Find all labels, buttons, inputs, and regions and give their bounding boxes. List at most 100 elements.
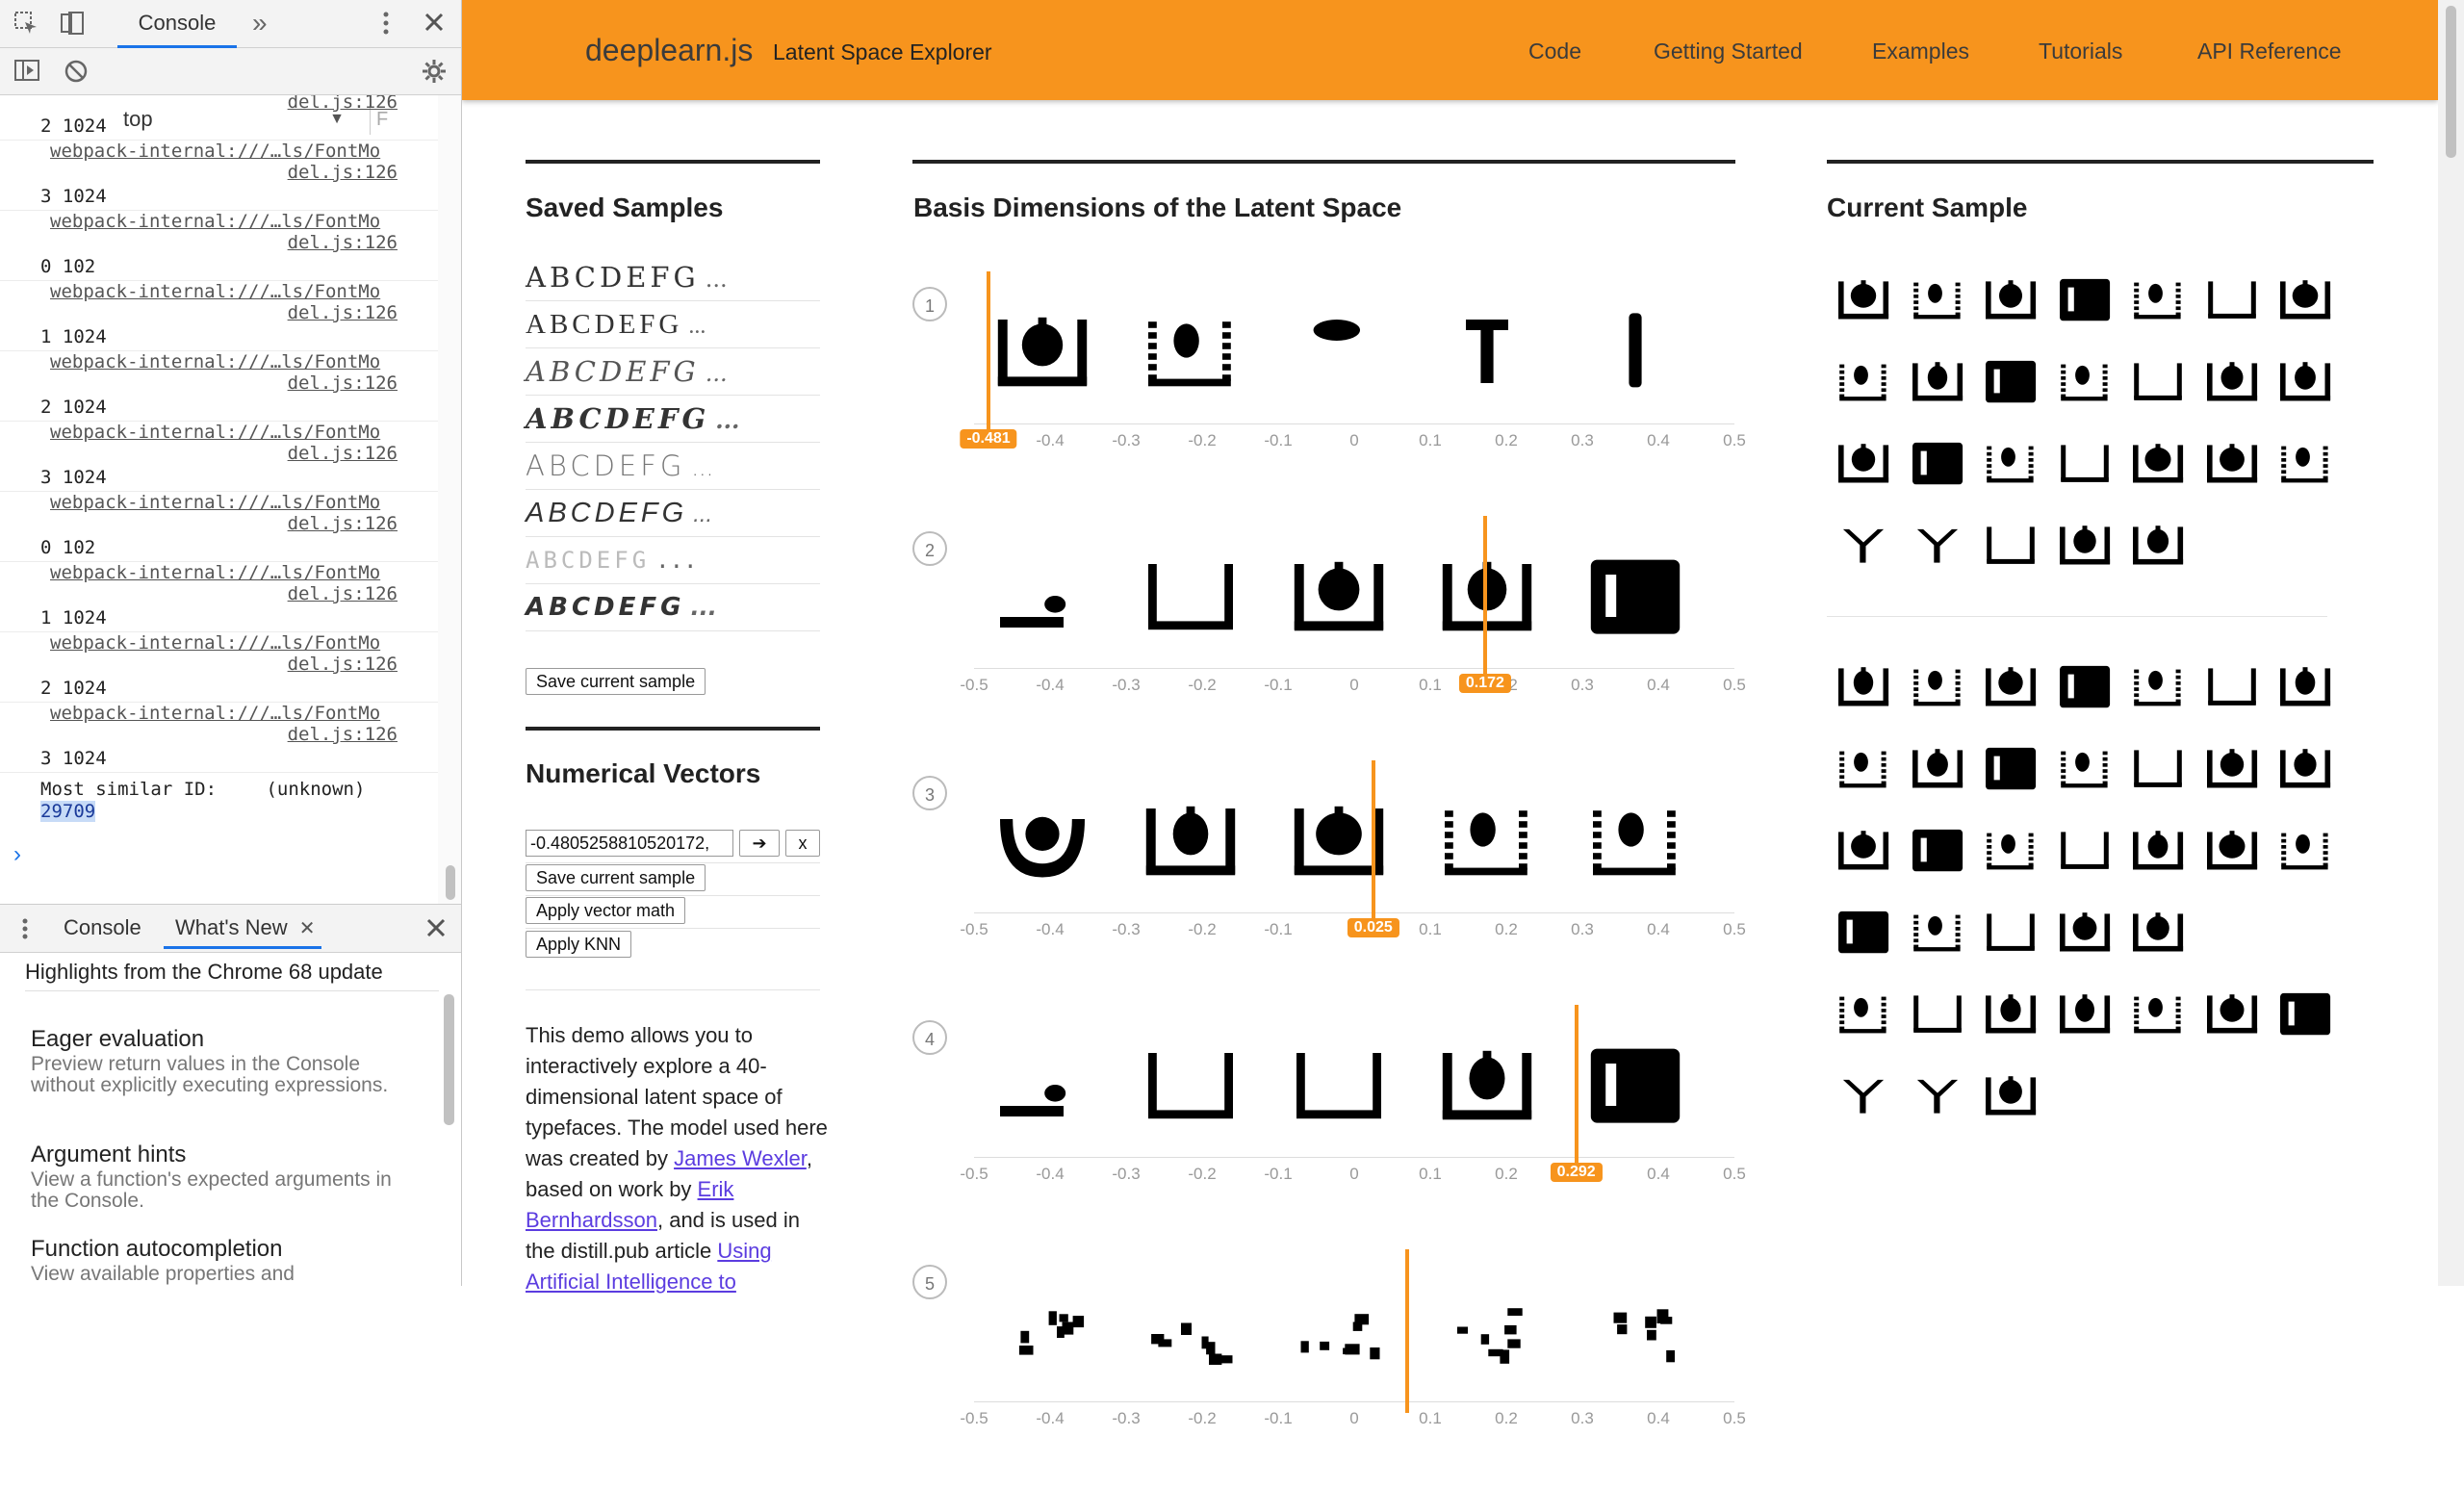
page-scrollbar[interactable] bbox=[2438, 0, 2464, 1286]
log-entry: webpack-internal:///…ls/FontMo del.js:126… bbox=[0, 703, 438, 773]
similar-id: 29709 bbox=[40, 801, 96, 822]
close-tab-icon[interactable]: ✕ bbox=[299, 918, 316, 939]
whats-new-scrollbar[interactable] bbox=[438, 988, 461, 1286]
dimension-slider[interactable] bbox=[1371, 760, 1375, 924]
current-sample-glyph bbox=[2128, 984, 2188, 1043]
tick-label: 0 bbox=[1349, 1165, 1359, 1183]
source-link[interactable]: webpack-internal:///…ls/FontMo del.js:126 bbox=[40, 562, 438, 604]
basis-dimension[interactable]: 3-0.5-0.4-0.3-0.2-0.100.10.20.30.40.50.0… bbox=[912, 758, 1746, 999]
tick-label: 0.5 bbox=[1723, 1165, 1746, 1183]
saved-sample-row[interactable]: ABCDEFG... bbox=[526, 301, 820, 348]
basis-dimension[interactable]: 5 -0.5 -0.4 -0.3 -0.2 -0.1 0 0.1 0.2 0.3 0.4 0.5 bbox=[912, 1247, 1746, 1488]
current-sample-glyph bbox=[1834, 269, 1893, 329]
whats-new-item[interactable]: Function autocompletion View available p… bbox=[31, 1235, 397, 1285]
dimension-slider[interactable] bbox=[987, 271, 990, 435]
close-devtools-icon[interactable] bbox=[422, 10, 447, 38]
tick-label: -0.2 bbox=[1188, 1165, 1217, 1183]
basis-dimension[interactable]: 4-0.5-0.4-0.3-0.2-0.100.10.20.30.40.50.2… bbox=[912, 1003, 1746, 1244]
source-link[interactable]: webpack-internal:///…ls/FontMo del.js:126 bbox=[40, 211, 438, 253]
tick-label: 0.1 bbox=[1419, 920, 1442, 938]
latent-glyph bbox=[1286, 1032, 1392, 1138]
divider bbox=[526, 989, 820, 990]
tick-label: -0.4 bbox=[1036, 1165, 1065, 1183]
saved-sample-row[interactable]: ABCDEFG... bbox=[526, 443, 820, 490]
source-link[interactable]: webpack-internal:///…ls/FontMo del.js:126 bbox=[40, 351, 438, 394]
source-link[interactable]: webpack-internal:///…ls/FontMo del.js:126 bbox=[40, 141, 438, 183]
source-link[interactable]: webpack-internal:///…ls/FontMo del.js:126 bbox=[40, 632, 438, 675]
source-link[interactable]: webpack-internal:///…ls/FontMo del.js:126 bbox=[40, 492, 438, 534]
current-sample-glyph bbox=[2128, 351, 2188, 411]
clear-console-icon[interactable] bbox=[64, 59, 89, 88]
vector-input[interactable]: -0.4805258810520172, bbox=[526, 830, 733, 857]
saved-sample-row[interactable]: ABCDEFG... bbox=[526, 490, 820, 537]
tick-label: -0.3 bbox=[1112, 676, 1141, 694]
similar-unknown: (unknown) bbox=[266, 779, 366, 800]
dimension-slider[interactable] bbox=[1574, 1005, 1578, 1168]
console-scrollbar[interactable] bbox=[438, 95, 461, 904]
log-value: 3 1024 bbox=[40, 467, 107, 488]
close-drawer-icon[interactable] bbox=[424, 915, 449, 944]
more-tabs-icon[interactable]: » bbox=[252, 10, 268, 37]
clear-vector-button[interactable]: x bbox=[785, 830, 820, 857]
log-value: 2 1024 bbox=[40, 115, 107, 137]
scroll-thumb[interactable] bbox=[2446, 6, 2456, 158]
dimension-slider[interactable] bbox=[1405, 1249, 1410, 1413]
current-sample-glyph bbox=[2275, 351, 2335, 411]
current-sample-glyph bbox=[1981, 984, 2040, 1043]
tab-console[interactable]: Console bbox=[117, 0, 237, 48]
apply-vector-arrow-button[interactable]: ➔ bbox=[739, 830, 780, 857]
drawer-menu-icon[interactable] bbox=[21, 917, 29, 944]
saved-sample-row[interactable]: ABCDEFG... bbox=[526, 537, 820, 584]
latent-glyph bbox=[1434, 1276, 1540, 1382]
log-entry: webpack-internal:///…ls/FontMo del.js:126… bbox=[0, 351, 438, 422]
source-link[interactable]: webpack-internal:///…ls/FontMo del.js:126 bbox=[40, 703, 438, 745]
nav-link-api-reference[interactable]: API Reference bbox=[2197, 38, 2342, 64]
kebab-menu-icon[interactable] bbox=[381, 10, 391, 40]
tick-label: 0.1 bbox=[1419, 431, 1442, 449]
log-entry: webpack-internal:///…ls/FontMo del.js:126… bbox=[0, 632, 438, 703]
source-link[interactable]: del.js:126 bbox=[40, 95, 398, 113]
apply-knn-button[interactable]: Apply KNN bbox=[526, 931, 632, 958]
dimension-slider[interactable] bbox=[1482, 516, 1487, 680]
nav-link-code[interactable]: Code bbox=[1528, 38, 1581, 64]
tick-label: -0.4 bbox=[1036, 676, 1065, 694]
saved-sample-row[interactable]: ABCDEFG... bbox=[526, 348, 820, 396]
whats-new-item[interactable]: Argument hints View a function's expecte… bbox=[31, 1141, 397, 1212]
saved-sample-row[interactable]: ABCDEFG... bbox=[526, 254, 820, 301]
latent-glyph bbox=[1286, 787, 1392, 893]
console-settings-gear-icon[interactable] bbox=[422, 59, 447, 88]
dimension-index: 4 bbox=[912, 1020, 947, 1055]
sidebar-toggle-icon[interactable] bbox=[13, 59, 40, 86]
basis-dimension[interactable]: 1-0.5-0.4-0.3-0.2-0.100.10.20.30.40.5-0.… bbox=[912, 269, 1746, 510]
nav-link-tutorials[interactable]: Tutorials bbox=[2039, 38, 2122, 64]
console-prompt-icon[interactable]: › bbox=[13, 841, 21, 868]
tick-label: -0.2 bbox=[1188, 431, 1217, 449]
dimension-axis bbox=[974, 1401, 1734, 1402]
source-link[interactable]: webpack-internal:///…ls/FontMo del.js:126 bbox=[40, 281, 438, 323]
drawer-tab-whats-new[interactable]: What's New ✕ bbox=[164, 905, 321, 949]
nav-link-examples[interactable]: Examples bbox=[1872, 38, 1969, 64]
save-current-sample-button[interactable]: Save current sample bbox=[526, 668, 706, 695]
saved-sample-row[interactable]: ABCDEFG... bbox=[526, 396, 820, 443]
current-sample-glyph bbox=[2055, 351, 2115, 411]
tick-label: 0.2 bbox=[1495, 1165, 1518, 1183]
current-sample-glyph bbox=[1981, 1065, 2040, 1125]
current-sample-glyph bbox=[2055, 515, 2115, 575]
brand-logo[interactable]: deeplearn.js bbox=[585, 33, 753, 68]
whats-new-item[interactable]: Eager evaluation Preview return values i… bbox=[31, 1025, 397, 1096]
saved-sample-row[interactable]: ABCDEFG... bbox=[526, 584, 820, 631]
scroll-thumb[interactable] bbox=[446, 865, 455, 900]
apply-vector-math-button[interactable]: Apply vector math bbox=[526, 897, 686, 924]
drawer-tab-console[interactable]: Console bbox=[64, 905, 141, 949]
basis-dimension[interactable]: 2-0.5-0.4-0.3-0.2-0.100.10.20.30.40.50.1… bbox=[912, 514, 1746, 755]
current-sample-glyph bbox=[1908, 515, 1967, 575]
source-link[interactable]: webpack-internal:///…ls/FontMo del.js:126 bbox=[40, 422, 438, 464]
device-toolbar-icon[interactable] bbox=[60, 11, 85, 39]
log-entry: webpack-internal:///…ls/FontMo del.js:126… bbox=[0, 492, 438, 562]
inspect-element-icon[interactable] bbox=[13, 11, 38, 39]
scroll-thumb[interactable] bbox=[444, 994, 454, 1125]
nav-link-getting-started[interactable]: Getting Started bbox=[1654, 38, 1803, 64]
current-sample-glyph bbox=[1908, 984, 1967, 1043]
vector-save-sample-button[interactable]: Save current sample bbox=[526, 864, 706, 891]
link-james-wexler[interactable]: James Wexler bbox=[674, 1146, 807, 1170]
